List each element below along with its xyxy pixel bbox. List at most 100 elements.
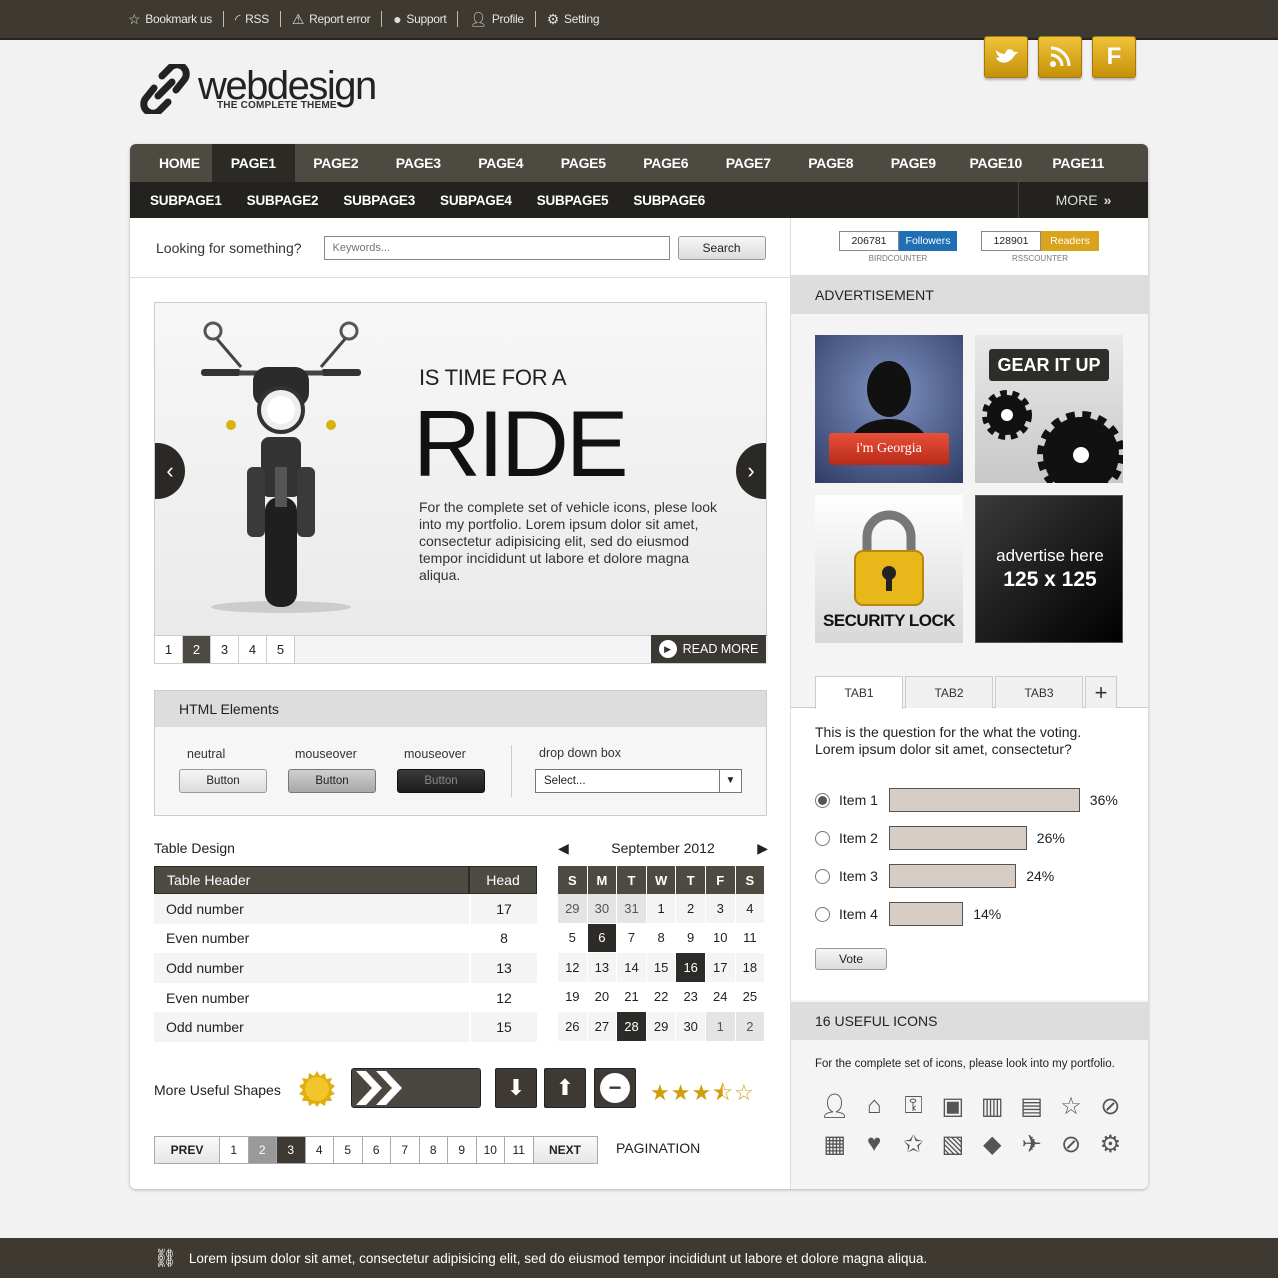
calendar-day[interactable]: 22 xyxy=(646,982,677,1012)
calendar-day[interactable]: 7 xyxy=(617,923,647,953)
calendar-day[interactable]: 19 xyxy=(558,982,588,1012)
read-more-button[interactable]: ▶ READ MORE xyxy=(651,635,766,663)
page-4[interactable]: 4 xyxy=(305,1136,334,1164)
button-mouseover[interactable]: Button xyxy=(288,769,376,793)
nav-page4[interactable]: PAGE4 xyxy=(460,144,543,182)
calendar-day[interactable]: 5 xyxy=(558,923,588,953)
nav-page6[interactable]: PAGE6 xyxy=(625,144,708,182)
chart-icon[interactable]: ▥ xyxy=(973,1090,1012,1122)
slider-page-2[interactable]: 2 xyxy=(183,636,211,663)
subnav-subpage4[interactable]: SUBPAGE4 xyxy=(440,193,512,208)
page-2[interactable]: 2 xyxy=(248,1136,277,1164)
calendar-day[interactable]: 4 xyxy=(735,894,766,924)
calendar-day[interactable]: 30 xyxy=(587,894,618,924)
calendar-day[interactable]: 27 xyxy=(587,1012,618,1042)
prev-button[interactable]: PREV xyxy=(154,1136,220,1164)
heart-icon[interactable]: ♥ xyxy=(854,1128,893,1160)
star-icon[interactable]: ☆ xyxy=(1051,1090,1090,1122)
gear-icon[interactable]: ⚙ xyxy=(1091,1128,1130,1160)
subnav-subpage1[interactable]: SUBPAGE1 xyxy=(150,193,222,208)
page-10[interactable]: 10 xyxy=(476,1136,505,1164)
nav-page10[interactable]: PAGE10 xyxy=(955,144,1038,182)
button-neutral[interactable]: Button xyxy=(179,769,267,793)
camera-icon[interactable]: ▣ xyxy=(933,1090,972,1122)
nav-page1[interactable]: PAGE1 xyxy=(212,144,295,182)
search-input[interactable] xyxy=(323,235,670,260)
tab-3[interactable]: TAB3 xyxy=(995,676,1083,708)
more-button[interactable]: MORE» xyxy=(1018,182,1148,218)
calendar-day[interactable]: 1 xyxy=(705,1012,736,1042)
next-button[interactable]: NEXT xyxy=(533,1136,598,1164)
button-mouseover-dark[interactable]: Button xyxy=(397,769,485,793)
calendar-day[interactable]: 1 xyxy=(646,894,677,924)
slider-prev-button[interactable]: ‹ xyxy=(155,443,185,499)
key-icon[interactable]: ⚿ xyxy=(894,1090,933,1122)
ad-gear-it-up[interactable]: GEAR IT UP xyxy=(975,335,1123,483)
calendar-day[interactable]: 15 xyxy=(646,953,677,983)
compass-icon[interactable]: ⊘ xyxy=(1091,1090,1130,1122)
logo[interactable]: webdesign THE COMPLETE THEME xyxy=(140,64,377,114)
nav-page9[interactable]: PAGE9 xyxy=(872,144,955,182)
calendar-day[interactable]: 21 xyxy=(617,982,647,1012)
slider-page-5[interactable]: 5 xyxy=(267,636,295,663)
ad-georgia[interactable]: i'm Georgia xyxy=(815,335,963,483)
poll-option-3[interactable]: Item 3 24% xyxy=(815,864,1135,888)
slider-page-4[interactable]: 4 xyxy=(239,636,267,663)
calendar-day[interactable]: 9 xyxy=(676,923,706,953)
setting-link[interactable]: ⚙ Setting xyxy=(536,11,611,27)
nav-page8[interactable]: PAGE8 xyxy=(790,144,873,182)
calendar-day[interactable]: 31 xyxy=(617,894,647,924)
trash-icon[interactable]: ▤ xyxy=(1012,1090,1051,1122)
rss-link[interactable]: ◜ RSS xyxy=(224,11,281,27)
star-outline-icon[interactable]: ✩ xyxy=(894,1128,933,1160)
calendar-day[interactable]: 13 xyxy=(587,953,618,983)
nav-page2[interactable]: PAGE2 xyxy=(295,144,378,182)
calendar-day[interactable]: 3 xyxy=(705,894,736,924)
nav-page5[interactable]: PAGE5 xyxy=(542,144,625,182)
arrow-up-button[interactable]: ⬆ xyxy=(544,1068,586,1108)
calendar-day[interactable]: 17 xyxy=(705,953,736,983)
nav-page3[interactable]: PAGE3 xyxy=(377,144,460,182)
document-icon[interactable]: ▦ xyxy=(815,1128,854,1160)
rss-counter[interactable]: 128901 Readers RSSCOUNTER xyxy=(981,231,1099,263)
radio[interactable] xyxy=(815,868,830,884)
radio[interactable] xyxy=(815,830,830,846)
calendar-day[interactable]: 14 xyxy=(617,953,647,983)
facebook-button[interactable]: F xyxy=(1092,36,1136,78)
tag-icon[interactable]: ◆ xyxy=(973,1128,1012,1160)
poll-option-2[interactable]: Item 2 26% xyxy=(815,826,1135,850)
calendar-day[interactable]: 2 xyxy=(676,894,706,924)
poll-option-4[interactable]: Item 4 14% xyxy=(815,902,1135,926)
vote-button[interactable]: Vote xyxy=(815,948,887,970)
page-1[interactable]: 1 xyxy=(220,1136,249,1164)
arrow-down-button[interactable]: ⬇ xyxy=(495,1068,537,1108)
radio-selected[interactable] xyxy=(815,792,830,808)
add-tab-button[interactable]: + xyxy=(1085,676,1117,708)
slider-next-button[interactable]: › xyxy=(736,443,766,499)
ad-security-lock[interactable]: SECURITY LOCK xyxy=(815,495,963,643)
star-rating[interactable]: ★★★⯪☆ xyxy=(650,1076,755,1114)
calendar-day[interactable]: 26 xyxy=(558,1012,588,1042)
nav-page7[interactable]: PAGE7 xyxy=(707,144,790,182)
slider-page-3[interactable]: 3 xyxy=(211,636,239,663)
subnav-subpage3[interactable]: SUBPAGE3 xyxy=(343,193,415,208)
calendar-day[interactable]: 29 xyxy=(646,1012,677,1042)
poll-option-1[interactable]: Item 1 36% xyxy=(815,788,1135,812)
calendar-day[interactable]: 11 xyxy=(735,923,766,953)
subnav-subpage5[interactable]: SUBPAGE5 xyxy=(537,193,609,208)
calendar-day[interactable]: 25 xyxy=(735,982,766,1012)
calendar-day[interactable]: 8 xyxy=(646,923,677,953)
calendar-next-icon[interactable]: ▶ xyxy=(757,840,768,857)
tab-1[interactable]: TAB1 xyxy=(815,676,903,709)
calendar-day[interactable]: 12 xyxy=(558,953,588,983)
rss-button[interactable] xyxy=(1038,36,1082,78)
page-3[interactable]: 3 xyxy=(277,1136,306,1164)
calendar-prev-icon[interactable]: ◀ xyxy=(558,840,569,857)
page-6[interactable]: 6 xyxy=(362,1136,391,1164)
twitter-button[interactable] xyxy=(984,36,1028,78)
calendar-day[interactable]: 18 xyxy=(735,953,766,983)
subnav-subpage6[interactable]: SUBPAGE6 xyxy=(633,193,705,208)
page-7[interactable]: 7 xyxy=(391,1136,420,1164)
forbidden-icon[interactable]: ⊘ xyxy=(1051,1128,1090,1160)
profile-link[interactable]: 👤︎ Profile xyxy=(458,11,536,27)
